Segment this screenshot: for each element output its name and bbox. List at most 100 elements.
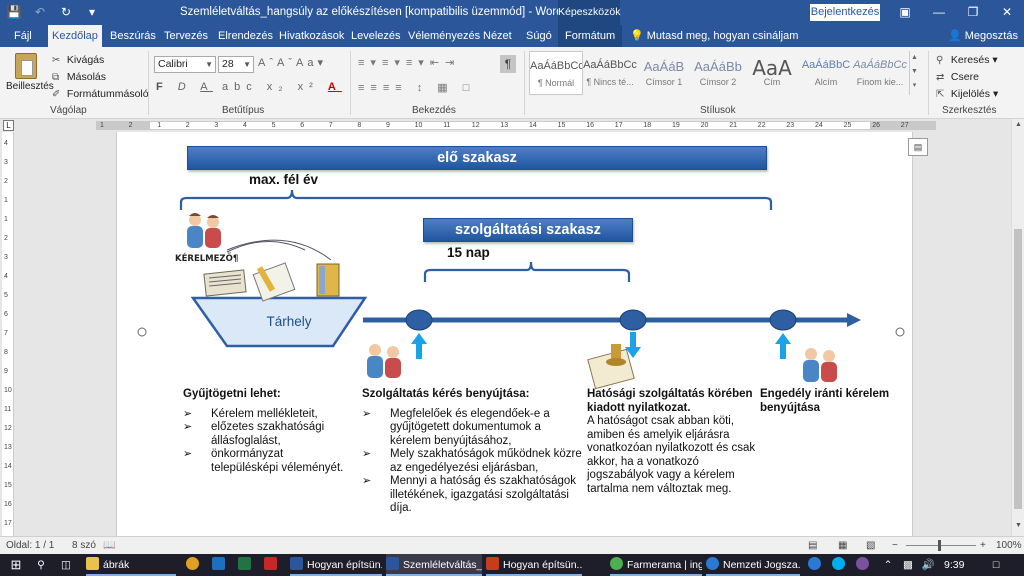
start-icon[interactable]: ⊞ <box>8 554 24 576</box>
selection-handle[interactable] <box>137 327 147 337</box>
tab-insert[interactable]: Beszúrás <box>106 25 160 47</box>
save-icon[interactable]: 💾 <box>6 4 22 20</box>
tab-layout[interactable]: Elrendezés <box>214 25 277 47</box>
tab-mailings[interactable]: Levelezés <box>347 25 405 47</box>
style-no-spacing[interactable]: AaÁáBbCc ¶ Nincs té... <box>583 51 637 95</box>
ruler-tick: 8 <box>4 349 8 356</box>
paste-button[interactable]: Beillesztés <box>6 51 54 92</box>
list-tools[interactable]: ≡▾≡▾≡▾⇤⇥ <box>358 56 460 69</box>
style-subtle-emphasis[interactable]: AaÁáBbCc Finom kie... <box>853 51 907 95</box>
zoom-out-icon[interactable]: − <box>892 540 898 551</box>
document-page[interactable]: elő szakasz max. fél év szolgáltatási sz… <box>116 132 913 536</box>
proofing-icon[interactable]: 📖 <box>103 540 115 551</box>
word-count[interactable]: 8 szó <box>72 540 96 551</box>
excel-icon[interactable] <box>238 554 254 576</box>
page-count[interactable]: Oldal: 1 / 1 <box>6 540 54 551</box>
ribbon-display-icon[interactable]: ▣ <box>888 0 922 25</box>
font-size-select[interactable]: 28 ▼ <box>218 56 254 73</box>
style-heading-2[interactable]: AaÁáBb Címsor 2 <box>691 51 745 95</box>
style-heading-1[interactable]: AaÁáB Címsor 1 <box>637 51 691 95</box>
restore-icon[interactable]: ❐ <box>956 0 990 25</box>
brush-icon: ✐ <box>52 89 61 100</box>
ruler-tick: 12 <box>4 425 12 432</box>
close-icon[interactable]: ✕ <box>990 0 1024 25</box>
selection-handle[interactable] <box>895 327 905 337</box>
permit-request-column: Engedély iránti kérelem benyújtása <box>760 388 890 421</box>
vertical-scrollbar[interactable]: ▲ ▼ <box>1011 119 1024 536</box>
redo-icon[interactable]: ↻ <box>58 4 74 20</box>
clipboard-group-label: Vágólap <box>50 105 87 116</box>
select-button[interactable]: ⇱ Kijelölés ▾ <box>936 86 998 103</box>
share-button[interactable]: 👤 Megosztás <box>948 25 1018 47</box>
replace-icon: ⇄ <box>936 72 945 83</box>
find-button[interactable]: ⚲ Keresés ▾ <box>936 52 998 69</box>
tab-review[interactable]: Véleményezés <box>404 25 484 47</box>
ruler-tick: 20 <box>700 122 709 129</box>
font-name-select[interactable]: Calibri ▼ <box>154 56 216 73</box>
tab-design[interactable]: Tervezés <box>160 25 212 47</box>
tab-help[interactable]: Súgó <box>522 25 556 47</box>
layout-options-icon[interactable]: ▤ <box>908 138 928 156</box>
font-color-icon[interactable]: A <box>328 81 342 93</box>
replace-label: Csere <box>950 71 979 83</box>
tray-expand-icon[interactable]: ⌃ <box>880 554 896 576</box>
ruler-tick: 17 <box>4 520 12 527</box>
style-title[interactable]: AaA Cím <box>745 51 799 95</box>
alignment-tools[interactable]: ≡≡≡≡ ↕ ▦ □ <box>358 81 475 94</box>
style-subtitle[interactable]: AaÁáBbC Alcím <box>799 51 853 95</box>
task-view-icon[interactable]: ◫ <box>58 554 74 576</box>
taskbar-item-edge[interactable]: Nemzeti Jogsza... <box>706 554 800 576</box>
zoom-slider[interactable] <box>906 545 976 546</box>
tab-selector-icon[interactable]: L <box>3 120 14 131</box>
print-layout-icon[interactable]: ▦ <box>838 540 847 551</box>
copy-button[interactable]: ⧉ Másolás <box>52 69 149 86</box>
styles-scroll[interactable]: ▲ ▼ ▾ <box>909 51 919 95</box>
scroll-thumb[interactable] <box>1014 229 1022 509</box>
cut-button[interactable]: ✂ Kivágás <box>52 52 149 69</box>
tab-home[interactable]: Kezdőlap <box>48 25 102 47</box>
web-layout-icon[interactable]: ▧ <box>866 540 875 551</box>
search-icon[interactable]: ⚲ <box>33 554 49 576</box>
acrobat-icon[interactable] <box>264 554 280 576</box>
tab-format[interactable]: Formátum <box>558 25 623 47</box>
notification-icon[interactable]: □ <box>988 554 1004 576</box>
sign-in-button[interactable]: Bejelentkezés <box>810 4 880 21</box>
taskbar-item-word[interactable]: Hogyan építsün... <box>290 554 382 576</box>
tab-view[interactable]: Nézet <box>479 25 516 47</box>
tab-references[interactable]: Hivatkozások <box>275 25 348 47</box>
show-formatting-button[interactable]: ¶ <box>500 55 516 73</box>
horizontal-ruler[interactable]: L 1 2 1 2 3 4 5 6 7 8 9 10 11 12 13 14 15 16 17 18 19 20 21 22 2… <box>0 119 1024 132</box>
customize-qat-icon[interactable]: ▾ <box>84 4 100 20</box>
replace-button[interactable]: ⇄ Csere <box>936 69 998 86</box>
chrome-icon[interactable] <box>186 554 202 576</box>
zoom-in-icon[interactable]: + <box>980 540 986 551</box>
style-normal[interactable]: AaÁáBbCc ¶ Normál <box>529 51 583 95</box>
style-preview: AaÁáBbCc <box>530 60 583 72</box>
outlook-icon[interactable] <box>212 554 228 576</box>
volume-icon[interactable]: 🔊 <box>920 554 936 576</box>
taskbar-item-folder[interactable]: ábrák <box>86 554 176 576</box>
scroll-up-icon[interactable]: ▲ <box>1012 121 1024 133</box>
tab-file[interactable]: Fájl <box>10 25 36 47</box>
font-format-tools[interactable]: F D A abc x₂ x² A <box>156 81 342 93</box>
folder-icon <box>86 557 99 570</box>
zoom-slider-thumb[interactable] <box>938 540 941 551</box>
people-icon <box>803 348 837 382</box>
taskbar-item-word-active[interactable]: Szemléletváltás_... <box>386 554 482 576</box>
style-name: Finom kie... <box>856 77 904 87</box>
tray-edge-icon[interactable] <box>808 554 824 576</box>
viber-icon[interactable] <box>856 554 872 576</box>
tell-me-search[interactable]: 💡 Mutasd meg, hogyan csináljam <box>630 25 798 47</box>
minimize-icon[interactable]: — <box>922 0 956 25</box>
clock[interactable]: 9:39 <box>944 554 974 576</box>
taskbar-item-browser[interactable]: Farmerama | ing... <box>610 554 702 576</box>
skype-icon[interactable] <box>832 554 848 576</box>
scroll-down-icon[interactable]: ▼ <box>1012 522 1024 534</box>
undo-icon[interactable]: ↶ <box>32 4 48 20</box>
read-mode-icon[interactable]: ▤ <box>808 540 817 551</box>
zoom-level[interactable]: 100% <box>996 540 1022 551</box>
taskbar-item-powerpoint[interactable]: Hogyan építsün... <box>486 554 582 576</box>
network-icon[interactable]: ▩ <box>900 554 916 576</box>
font-size-tools[interactable]: AˆAˇAa▾ <box>258 56 327 69</box>
format-painter-button[interactable]: ✐ Formátummásoló <box>52 86 149 103</box>
